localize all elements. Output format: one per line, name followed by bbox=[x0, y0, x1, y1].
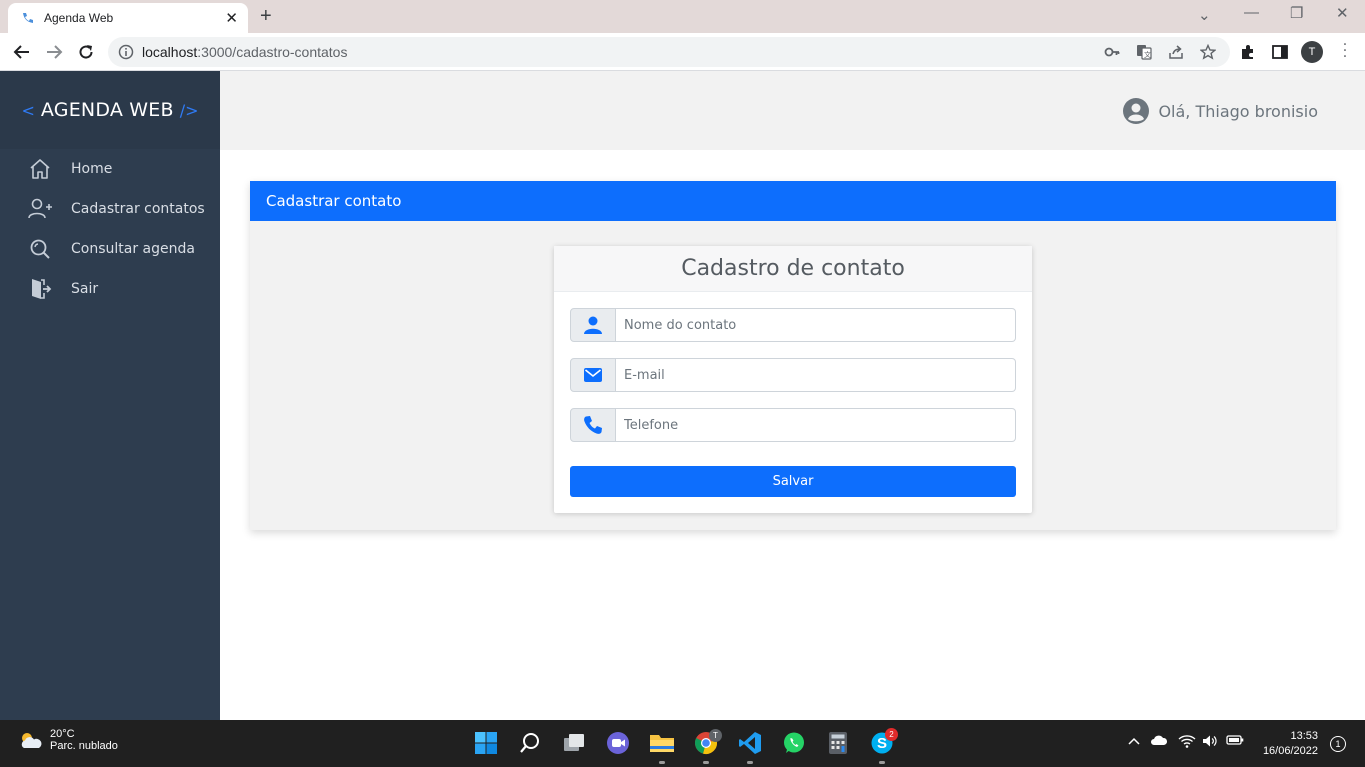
form-header: Cadastro de contato bbox=[554, 246, 1032, 292]
key-icon[interactable] bbox=[1104, 44, 1120, 60]
user-plus-icon bbox=[27, 196, 53, 222]
windows-start-icon[interactable] bbox=[473, 730, 499, 756]
weather-widget[interactable]: 20°C Parc. nublado bbox=[18, 728, 118, 752]
tab-close-icon[interactable]: ✕ bbox=[225, 11, 238, 26]
vscode-icon[interactable] bbox=[737, 730, 763, 756]
brand-logo[interactable]: < AGENDA WEB /> bbox=[0, 71, 220, 149]
svg-text:文: 文 bbox=[1144, 50, 1151, 59]
form-title: Cadastro de contato bbox=[681, 256, 905, 281]
agenda-favicon-icon bbox=[23, 13, 33, 23]
sidebar-item-consultar-agenda[interactable]: Consultar agenda bbox=[0, 229, 220, 269]
top-header: Olá, Thiago bronisio bbox=[220, 71, 1365, 150]
notification-count-badge[interactable]: 1 bbox=[1330, 736, 1346, 752]
task-view-icon[interactable] bbox=[561, 730, 587, 756]
tab-search-icon[interactable]: ⌄ bbox=[1198, 6, 1211, 24]
reload-icon[interactable] bbox=[76, 42, 96, 62]
weather-temperature: 20°C bbox=[50, 728, 75, 740]
brand-open-bracket: < bbox=[21, 100, 35, 120]
browser-toolbar: localhost:3000/cadastro-contatos 文 T · · · bbox=[0, 33, 1365, 71]
user-avatar-icon bbox=[1123, 98, 1150, 124]
windows-taskbar: 20°C Parc. nublado T S 2 13:53 16/06/202… bbox=[0, 720, 1365, 767]
skype-notification-badge: 2 bbox=[885, 728, 898, 741]
extensions-puzzle-icon[interactable] bbox=[1239, 43, 1257, 61]
taskbar-search-icon[interactable] bbox=[517, 730, 543, 756]
whatsapp-icon[interactable] bbox=[781, 730, 807, 756]
envelope-icon bbox=[570, 358, 616, 392]
system-clock[interactable]: 13:53 16/06/2022 bbox=[1252, 729, 1318, 759]
tray-overflow-chevron-icon[interactable] bbox=[1128, 734, 1140, 749]
teams-chat-icon[interactable] bbox=[605, 730, 631, 756]
onedrive-cloud-icon[interactable] bbox=[1150, 734, 1168, 749]
search-icon bbox=[27, 236, 53, 262]
email-input[interactable] bbox=[616, 358, 1016, 392]
brand-name: AGENDA WEB bbox=[40, 99, 174, 121]
user-greeting: Olá, Thiago bronisio bbox=[1158, 101, 1318, 121]
calculator-icon[interactable] bbox=[825, 730, 851, 756]
volume-icon[interactable] bbox=[1202, 734, 1218, 751]
card-header: Cadastrar contato bbox=[250, 181, 1336, 221]
content-card: Cadastrar contato Cadastro de contato Sa… bbox=[250, 181, 1336, 530]
chrome-profile-badge: T bbox=[709, 729, 722, 742]
battery-icon[interactable] bbox=[1226, 734, 1244, 749]
back-arrow-icon[interactable] bbox=[12, 42, 32, 62]
user-menu[interactable]: Olá, Thiago bronisio bbox=[1122, 97, 1318, 125]
browser-menu-icon[interactable]: · · · bbox=[1342, 38, 1348, 64]
file-explorer-icon[interactable] bbox=[649, 730, 675, 756]
new-tab-icon[interactable]: + bbox=[260, 6, 272, 26]
profile-avatar[interactable]: T bbox=[1301, 41, 1323, 63]
url-text: localhost:3000/cadastro-contatos bbox=[142, 44, 348, 60]
minimize-icon[interactable]: — bbox=[1244, 4, 1259, 21]
sidebar-item-home[interactable]: Home bbox=[0, 149, 220, 189]
partly-cloudy-icon bbox=[21, 733, 42, 748]
sidebar-item-cadastrar-contatos[interactable]: Cadastrar contatos bbox=[0, 189, 220, 229]
browser-tab[interactable]: Agenda Web ✕ bbox=[8, 3, 248, 33]
contact-form: Cadastro de contato Salvar bbox=[554, 246, 1032, 513]
clock-date: 16/06/2022 bbox=[1262, 745, 1318, 757]
contact-name-input[interactable] bbox=[616, 308, 1016, 342]
sidebar-nav: Home Cadastrar contatos Consultar agenda… bbox=[0, 149, 220, 309]
share-icon[interactable] bbox=[1168, 44, 1184, 60]
phone-input[interactable] bbox=[616, 408, 1016, 442]
user-icon bbox=[570, 308, 616, 342]
running-indicator bbox=[747, 761, 753, 764]
restore-icon[interactable]: ❐ bbox=[1290, 4, 1303, 22]
weather-condition: Parc. nublado bbox=[50, 740, 118, 752]
window-close-icon[interactable]: ✕ bbox=[1336, 4, 1349, 22]
wifi-icon[interactable] bbox=[1178, 734, 1196, 751]
sidebar-item-label: Home bbox=[71, 161, 113, 177]
email-input-group bbox=[570, 358, 1016, 392]
name-input-group bbox=[570, 308, 1016, 342]
card-title: Cadastrar contato bbox=[266, 192, 402, 210]
tab-title: Agenda Web bbox=[44, 11, 114, 25]
sidebar-item-sair[interactable]: Sair bbox=[0, 269, 220, 309]
home-icon bbox=[27, 156, 53, 182]
browser-tab-strip: Agenda Web ✕ + ⌄ — ❐ ✕ bbox=[0, 0, 1365, 33]
translate-icon[interactable]: 文 bbox=[1136, 44, 1152, 60]
address-bar[interactable]: localhost:3000/cadastro-contatos 文 bbox=[108, 37, 1230, 67]
phone-icon bbox=[570, 408, 616, 442]
forward-arrow-icon[interactable] bbox=[44, 42, 64, 62]
save-button[interactable]: Salvar bbox=[570, 466, 1016, 497]
brand-close-bracket: /> bbox=[179, 100, 199, 120]
running-indicator bbox=[659, 761, 665, 764]
side-panel-icon[interactable] bbox=[1271, 43, 1289, 61]
running-indicator bbox=[879, 761, 885, 764]
clock-time: 13:53 bbox=[1290, 730, 1318, 742]
bookmark-star-icon[interactable] bbox=[1200, 44, 1216, 60]
phone-input-group bbox=[570, 408, 1016, 442]
sidebar-item-label: Sair bbox=[71, 281, 99, 297]
logout-door-icon bbox=[27, 276, 53, 302]
running-indicator bbox=[703, 761, 709, 764]
sidebar: < AGENDA WEB /> Home Cadastrar contatos … bbox=[0, 71, 220, 720]
sidebar-item-label: Consultar agenda bbox=[71, 241, 195, 257]
sidebar-item-label: Cadastrar contatos bbox=[71, 201, 205, 217]
site-info-icon[interactable] bbox=[118, 44, 134, 60]
